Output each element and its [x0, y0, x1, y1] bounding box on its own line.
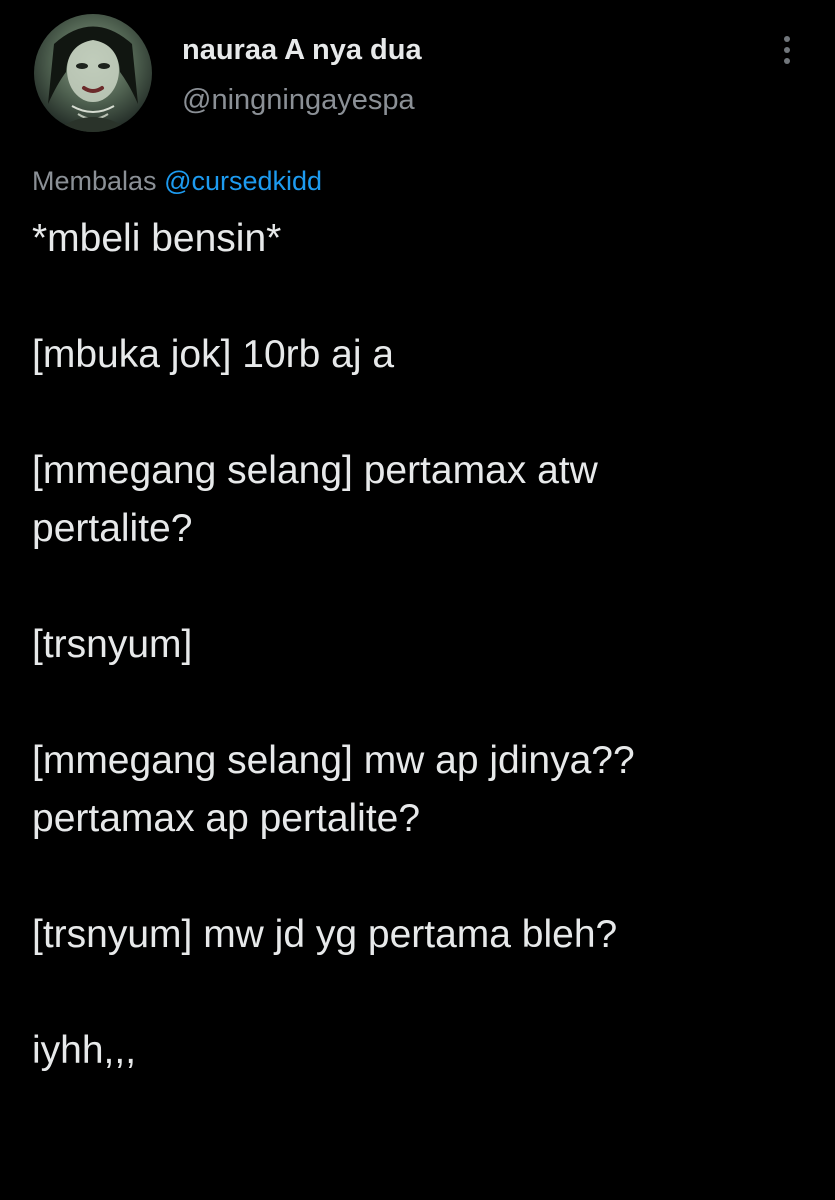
tweet-paragraph: [trsnyum] [32, 623, 193, 666]
tweet-paragraph: [trsnyum] mw jd yg pertama bleh? [32, 913, 618, 956]
tweet-card: nauraa A nya dua @ningningayespa Membala… [0, 0, 835, 1200]
tweet-paragraph: *mbeli bensin* [32, 217, 282, 260]
reply-context: Membalas @cursedkidd [32, 166, 322, 197]
tweet-paragraph: iyhh,,, [32, 1029, 137, 1072]
reply-mention-link[interactable]: @cursedkidd [164, 166, 322, 196]
tweet-header: nauraa A nya dua @ningningayespa [34, 14, 814, 134]
reply-prefix: Membalas [32, 166, 157, 196]
tweet-paragraph: [mmegang selang] mw ap jdinya?? pertamax… [32, 739, 635, 840]
tweet-paragraph: [mmegang selang] pertamax atw pertalite? [32, 449, 598, 550]
tweet-paragraph: [mbuka jok] 10rb aj a [32, 333, 395, 376]
tweet-text: *mbeli bensin* [mbuka jok] 10rb aj a [mm… [32, 210, 812, 1138]
avatar[interactable] [34, 14, 152, 132]
avatar-portrait-icon [48, 26, 138, 132]
author-name[interactable]: nauraa A nya dua [182, 34, 422, 67]
more-vertical-icon[interactable] [772, 30, 800, 70]
author-handle[interactable]: @ningningayespa [182, 84, 415, 117]
